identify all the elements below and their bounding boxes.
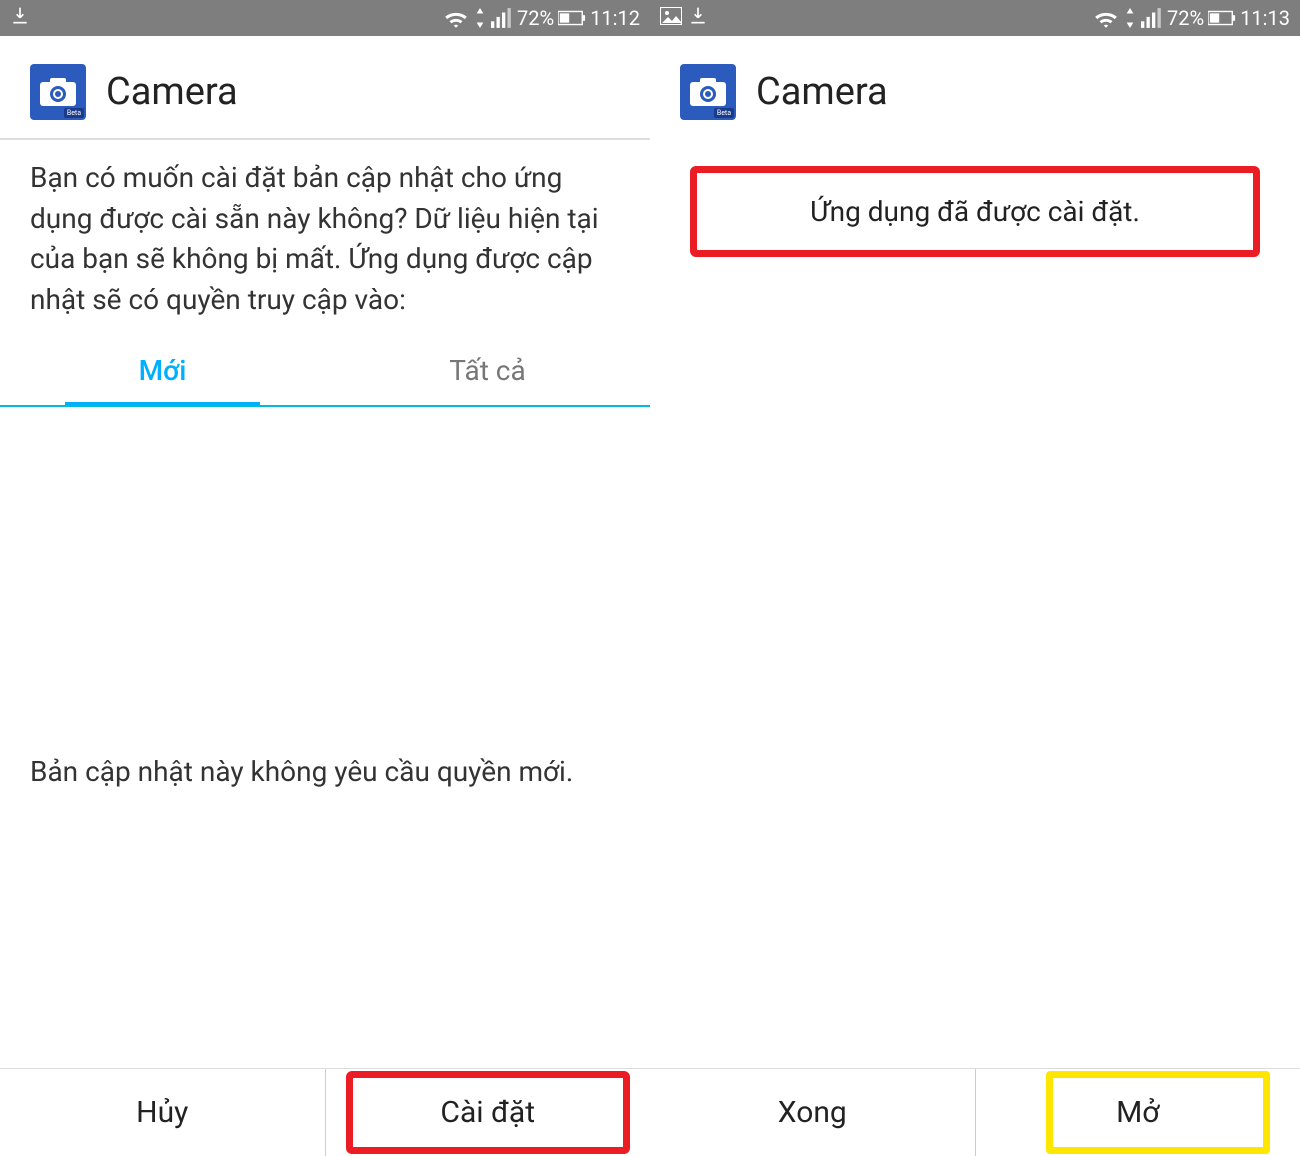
app-title: Camera bbox=[106, 70, 238, 114]
status-bar: 72% 11:12 bbox=[0, 0, 650, 36]
beta-badge: Beta bbox=[714, 108, 734, 118]
data-updown-icon bbox=[1123, 8, 1137, 28]
signal-icon bbox=[491, 8, 513, 28]
permissions-area: Bản cập nhật này không yêu cầu quyền mới… bbox=[0, 406, 650, 1068]
wifi-icon bbox=[1093, 8, 1119, 28]
app-header: Beta Camera bbox=[0, 36, 650, 140]
battery-percent: 72% bbox=[517, 6, 554, 30]
clock: 11:13 bbox=[1240, 6, 1290, 30]
no-new-permissions-text: Bản cập nhật này không yêu cầu quyền mới… bbox=[30, 755, 620, 788]
permission-tabs: Mới Tất cả bbox=[0, 340, 650, 406]
wifi-icon bbox=[443, 8, 469, 28]
app-icon: Beta bbox=[30, 64, 86, 120]
battery-percent: 72% bbox=[1167, 6, 1204, 30]
clock: 11:12 bbox=[590, 6, 640, 30]
bottom-bar: Xong Mở bbox=[650, 1068, 1300, 1156]
app-icon: Beta bbox=[680, 64, 736, 120]
install-button[interactable]: Cài đặt bbox=[326, 1069, 651, 1156]
open-button[interactable]: Mở bbox=[976, 1069, 1300, 1156]
status-bar: 72% 11:13 bbox=[650, 0, 1300, 36]
battery-icon bbox=[558, 10, 586, 26]
cancel-button[interactable]: Hủy bbox=[0, 1069, 326, 1156]
screen-install-prompt: 72% 11:12 Beta Camera Bạn có muốn cài đặ… bbox=[0, 0, 650, 1156]
app-header: Beta Camera bbox=[650, 36, 1300, 138]
battery-icon bbox=[1208, 10, 1236, 26]
installed-message: Ứng dụng đã được cài đặt. bbox=[690, 166, 1260, 257]
screen-install-done: 72% 11:13 Beta Camera Ứng dụng đã được c… bbox=[650, 0, 1300, 1156]
install-prompt-text: Bạn có muốn cài đặt bản cập nhật cho ứng… bbox=[0, 140, 650, 330]
empty-area bbox=[650, 285, 1300, 1068]
done-button[interactable]: Xong bbox=[650, 1069, 976, 1156]
download-icon bbox=[688, 6, 708, 31]
tab-new[interactable]: Mới bbox=[0, 340, 325, 405]
signal-icon bbox=[1141, 8, 1163, 28]
download-icon bbox=[10, 6, 30, 31]
data-updown-icon bbox=[473, 8, 487, 28]
app-title: Camera bbox=[756, 70, 888, 114]
bottom-bar: Hủy Cài đặt bbox=[0, 1068, 650, 1156]
picture-icon bbox=[660, 6, 682, 30]
tab-all[interactable]: Tất cả bbox=[325, 340, 650, 405]
beta-badge: Beta bbox=[64, 108, 84, 118]
